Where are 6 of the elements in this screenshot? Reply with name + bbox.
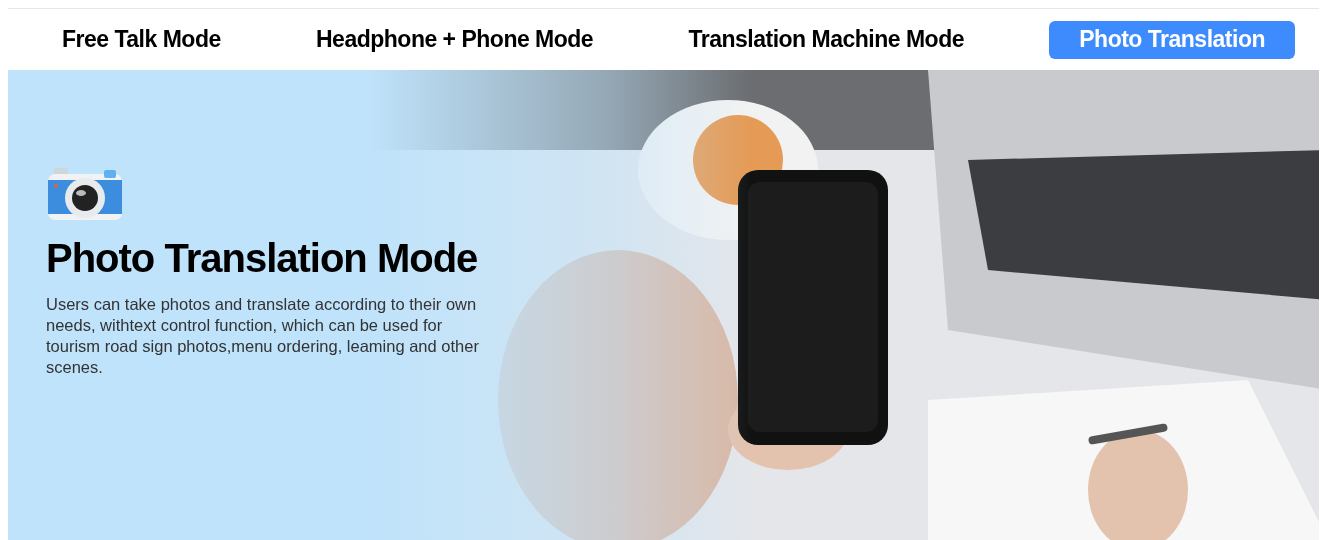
mode-tab[interactable]: Headphone + Phone Mode <box>306 20 604 59</box>
mode-tab[interactable]: Translation Machine Mode <box>678 20 974 59</box>
banner-title: Photo Translation Mode <box>46 235 478 282</box>
banner-description: Users can take photos and translate according to their own needs, withtext control function, which can be used for tourism road sign photos,menu ordering, leaming and other scenes. <box>46 294 480 378</box>
camera-icon <box>46 166 124 222</box>
mode-tab[interactable]: Free Talk Mode <box>52 20 231 59</box>
